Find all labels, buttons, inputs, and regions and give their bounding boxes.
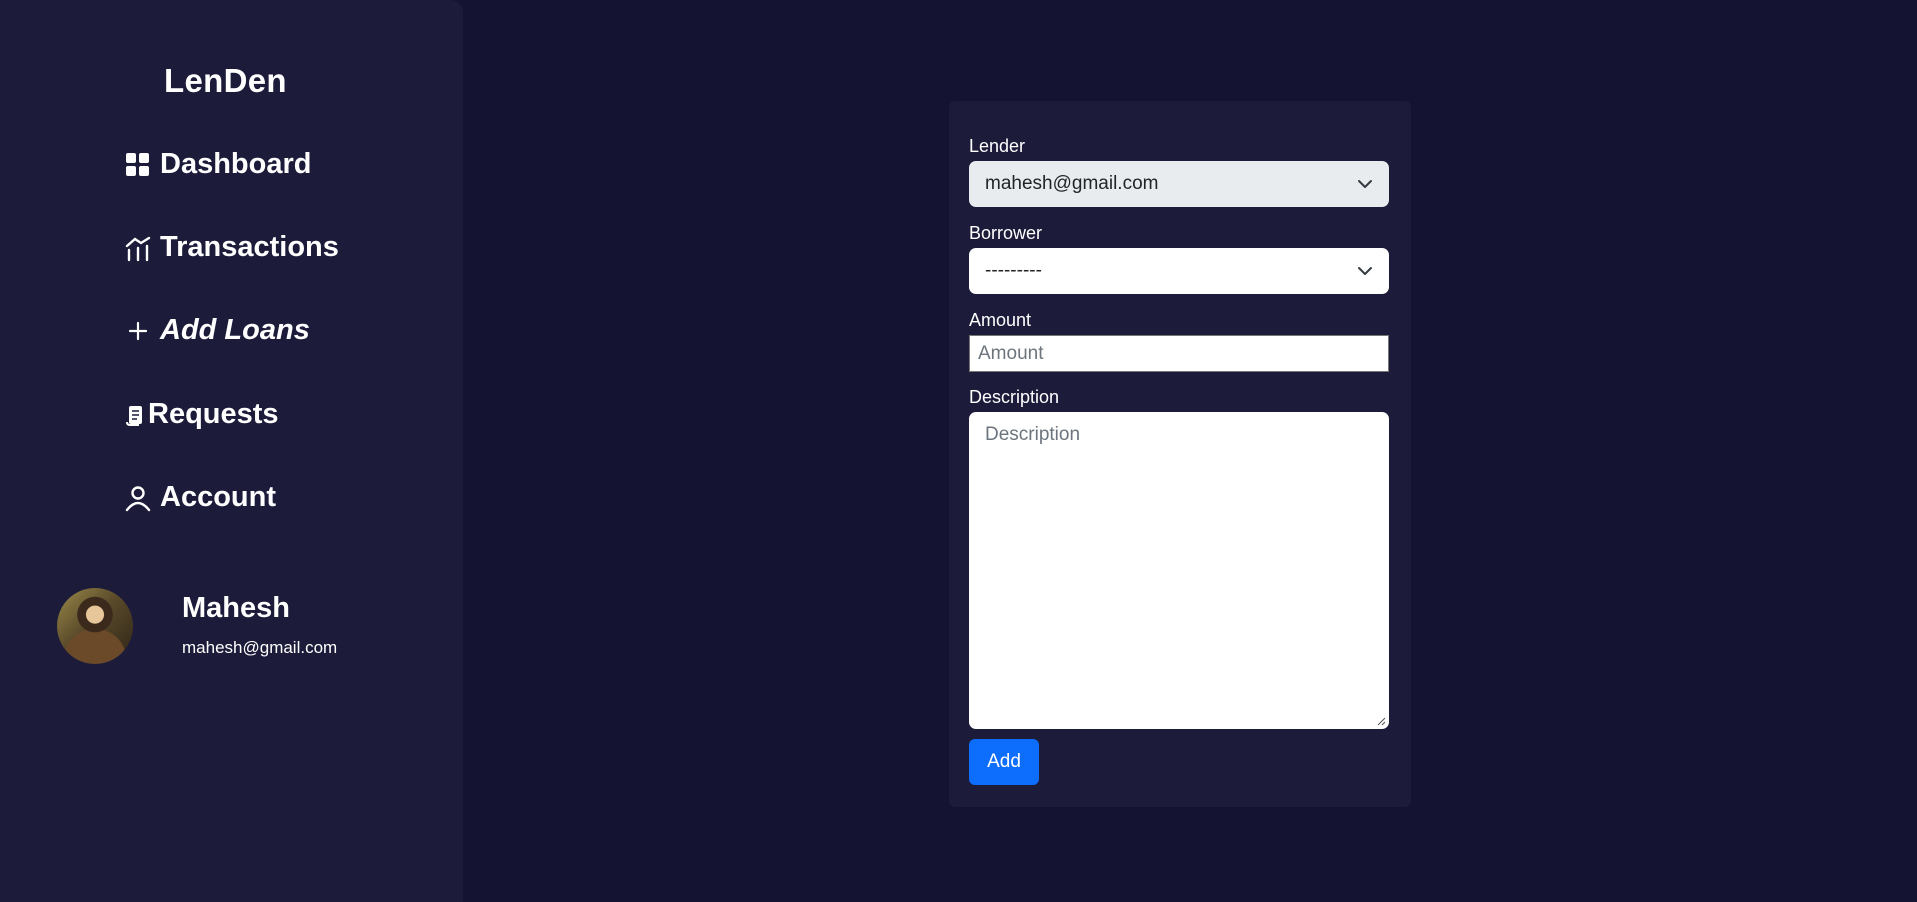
amount-placeholder: Amount [978,342,1044,364]
sidebar-item-label: Requests [148,398,279,430]
description-textarea[interactable]: Description [969,412,1389,729]
add-button[interactable]: Add [969,739,1039,785]
lender-label: Lender [969,136,1026,156]
user-icon [124,484,152,512]
borrower-label: Borrower [969,223,1043,243]
brand-logo[interactable]: LenDen [164,62,287,100]
sidebar-item-label: Add Loans [160,314,310,346]
profile-name: Mahesh [182,592,290,624]
sidebar-item-label: Dashboard [160,148,312,180]
description-label: Description [969,387,1060,407]
sidebar-item-requests[interactable]: Requests [124,398,279,431]
sidebar: LenDen Dashboard Transactions Add Loans … [0,0,463,902]
sidebar-item-add-loans[interactable]: Add Loans [124,314,310,347]
resize-handle-icon[interactable] [1376,716,1386,726]
borrower-select[interactable]: --------- [969,248,1389,294]
amount-label: Amount [969,310,1032,330]
add-loan-form: Lender mahesh@gmail.com Borrower -------… [949,101,1411,807]
sidebar-item-account[interactable]: Account [124,481,276,514]
sidebar-item-dashboard[interactable]: Dashboard [124,148,311,181]
profile-email: mahesh@gmail.com [182,638,338,657]
sidebar-item-label: Account [160,481,276,513]
plus-icon [124,317,152,345]
lender-selected-value: mahesh@gmail.com [985,173,1159,194]
sidebar-item-label: Transactions [160,231,339,263]
user-profile: Mahesh mahesh@gmail.com [57,588,437,664]
chevron-down-icon [1358,267,1372,275]
grid-icon [124,151,152,179]
document-icon [124,401,146,429]
borrower-selected-value: --------- [985,260,1042,281]
description-placeholder: Description [985,424,1081,445]
lender-select[interactable]: mahesh@gmail.com [969,161,1389,207]
avatar [57,588,133,664]
sidebar-item-transactions[interactable]: Transactions [124,231,339,264]
chart-icon [124,234,152,262]
amount-input[interactable]: Amount [969,335,1389,372]
chevron-down-icon [1358,180,1372,188]
